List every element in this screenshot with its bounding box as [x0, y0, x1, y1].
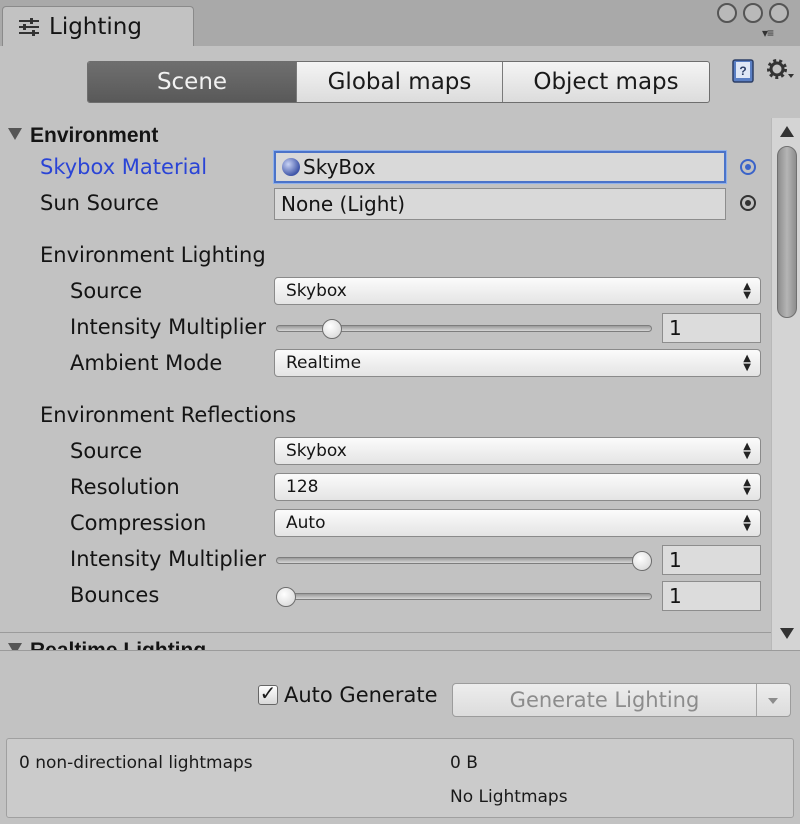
lightmap-status: No Lightmaps	[450, 787, 568, 807]
auto-generate-label: Auto Generate	[284, 683, 438, 707]
sun-source-field[interactable]: None (Light)	[274, 188, 726, 220]
resolution-dropdown[interactable]: 128 ▲ ▼	[274, 473, 761, 501]
object-picker-icon[interactable]	[740, 195, 756, 211]
tab-scene[interactable]: Scene	[88, 62, 296, 102]
chevron-down-icon[interactable]	[768, 698, 778, 704]
lighting-source-dropdown[interactable]: Skybox ▲ ▼	[274, 277, 761, 305]
lighting-source-label: Source	[70, 279, 143, 303]
compression-dropdown[interactable]: Auto ▲ ▼	[274, 509, 761, 537]
gear-icon[interactable]	[766, 58, 796, 84]
ambient-mode-dropdown[interactable]: Realtime ▲ ▼	[274, 349, 761, 377]
scroll-up-arrow-icon[interactable]	[780, 126, 794, 137]
lighting-intensity-label: Intensity Multiplier	[70, 315, 266, 339]
bounces-field[interactable]: 1	[662, 581, 761, 611]
window-menu-icon[interactable]: ▾≡	[762, 26, 774, 40]
scrollbar-thumb[interactable]	[777, 146, 797, 318]
sliders-icon	[19, 18, 39, 36]
tab-object-maps[interactable]: Object maps	[502, 62, 709, 102]
window-title: Lighting	[49, 14, 142, 40]
window-circle-button[interactable]	[717, 3, 737, 23]
reflection-intensity-field[interactable]: 1	[662, 545, 761, 575]
reflection-source-dropdown[interactable]: Skybox ▲ ▼	[274, 437, 761, 465]
book-help-icon[interactable]: ?	[731, 58, 755, 84]
compression-label: Compression	[70, 511, 207, 535]
object-picker-icon[interactable]	[740, 159, 756, 175]
settings-panel: Environment Skybox Material SkyBox Sun S…	[0, 118, 771, 650]
resolution-label: Resolution	[70, 475, 180, 499]
lightmap-count: 0 non-directional lightmaps	[19, 753, 253, 773]
bounces-slider[interactable]	[276, 593, 652, 600]
environment-header[interactable]: Environment	[8, 124, 158, 148]
dropdown-arrows-icon: ▲ ▼	[743, 441, 751, 461]
vertical-scrollbar[interactable]	[771, 118, 800, 650]
svg-text:?: ?	[739, 64, 746, 78]
bounces-label: Bounces	[70, 583, 160, 607]
reflection-intensity-slider-thumb[interactable]	[632, 551, 652, 571]
material-sphere-icon	[282, 158, 300, 176]
ambient-mode-label: Ambient Mode	[70, 351, 223, 375]
dropdown-arrows-icon: ▲ ▼	[743, 353, 751, 373]
collapse-triangle-icon	[8, 643, 22, 650]
reflection-intensity-label: Intensity Multiplier	[70, 547, 266, 571]
lightmap-stats: 0 non-directional lightmaps 0 B No Light…	[6, 738, 794, 818]
skybox-material-field[interactable]: SkyBox	[274, 151, 726, 183]
window-circle-button[interactable]	[743, 3, 763, 23]
generate-lighting-button[interactable]: Generate Lighting	[452, 683, 791, 717]
environment-reflections-header: Environment Reflections	[40, 403, 297, 427]
skybox-material-label: Skybox Material	[40, 155, 208, 179]
sun-source-label: Sun Source	[40, 191, 159, 215]
lighting-intensity-field[interactable]: 1	[662, 313, 761, 343]
lighting-intensity-slider-thumb[interactable]	[322, 319, 343, 339]
lighting-mode-tabs: Scene Global maps Object maps	[87, 61, 710, 103]
dropdown-arrows-icon: ▲ ▼	[743, 513, 751, 533]
dropdown-arrows-icon: ▲ ▼	[743, 281, 751, 301]
lightmap-size: 0 B	[450, 753, 478, 773]
realtime-lighting-header[interactable]: Realtime Lighting	[0, 632, 771, 650]
dropdown-arrows-icon: ▲ ▼	[743, 477, 751, 497]
scroll-down-arrow-icon[interactable]	[780, 628, 794, 639]
reflection-source-label: Source	[70, 439, 143, 463]
environment-lighting-header: Environment Lighting	[40, 243, 266, 267]
bounces-slider-thumb[interactable]	[276, 587, 296, 607]
title-bar: Lighting ▾≡	[0, 0, 800, 46]
tab-global-maps[interactable]: Global maps	[296, 62, 502, 102]
collapse-triangle-icon	[8, 128, 22, 140]
auto-generate-checkbox[interactable]: ✓	[258, 684, 278, 705]
generate-lighting-label: Generate Lighting	[453, 684, 757, 716]
window-circle-button[interactable]	[769, 3, 789, 23]
reflection-intensity-slider[interactable]	[276, 557, 652, 564]
lighting-window-tab[interactable]: Lighting	[2, 6, 194, 46]
